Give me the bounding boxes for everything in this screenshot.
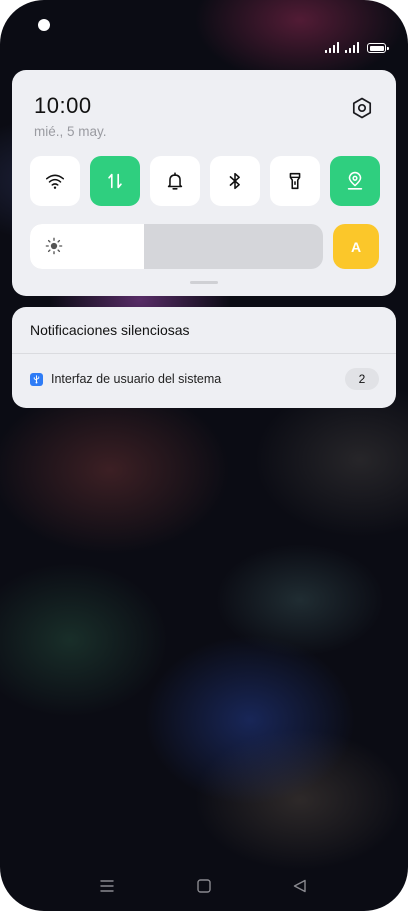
notification-count-badge[interactable]: 2: [345, 368, 379, 390]
camera-icon: [38, 19, 50, 31]
home-icon[interactable]: [193, 875, 215, 897]
flashlight-tile[interactable]: [270, 156, 320, 206]
sound-tile[interactable]: [150, 156, 200, 206]
navigation-bar: [0, 875, 408, 897]
location-tile[interactable]: [330, 156, 380, 206]
wifi-icon: [45, 174, 65, 189]
usb-icon: [30, 373, 43, 386]
wifi-tile[interactable]: [30, 156, 80, 206]
quick-settings-panel: 10:00 mié., 5 may. A: [12, 70, 396, 296]
auto-brightness-button[interactable]: A: [333, 224, 379, 269]
bluetooth-tile[interactable]: [210, 156, 260, 206]
mobile-data-tile[interactable]: [90, 156, 140, 206]
battery-icon: [367, 43, 389, 53]
back-icon[interactable]: [289, 875, 311, 897]
location-icon: [347, 171, 363, 190]
status-bar: [324, 41, 389, 53]
brightness-slider[interactable]: [30, 224, 323, 269]
quick-tiles: [30, 156, 380, 206]
notification-section-title: Notificaciones silenciosas: [30, 322, 190, 338]
flashlight-icon: [289, 172, 301, 190]
divider: [12, 353, 396, 354]
bell-icon: [167, 172, 183, 190]
mobile-data-icon: [108, 173, 122, 189]
bluetooth-icon: [229, 172, 240, 190]
signal-icon: [324, 41, 339, 53]
date: mié., 5 may.: [34, 124, 107, 139]
signal-icon: [344, 41, 359, 53]
menu-icon[interactable]: [96, 875, 118, 897]
phone-screen: 10:00 mié., 5 may. A Notificaciones sile…: [0, 0, 408, 911]
drag-handle[interactable]: [190, 281, 218, 284]
notification-app-name: Interfaz de usuario del sistema: [51, 372, 222, 386]
gear-icon[interactable]: [350, 96, 374, 120]
sun-icon: [45, 237, 63, 255]
notification-card[interactable]: Notificaciones silenciosas Interfaz de u…: [12, 307, 396, 408]
clock: 10:00: [34, 93, 92, 118]
